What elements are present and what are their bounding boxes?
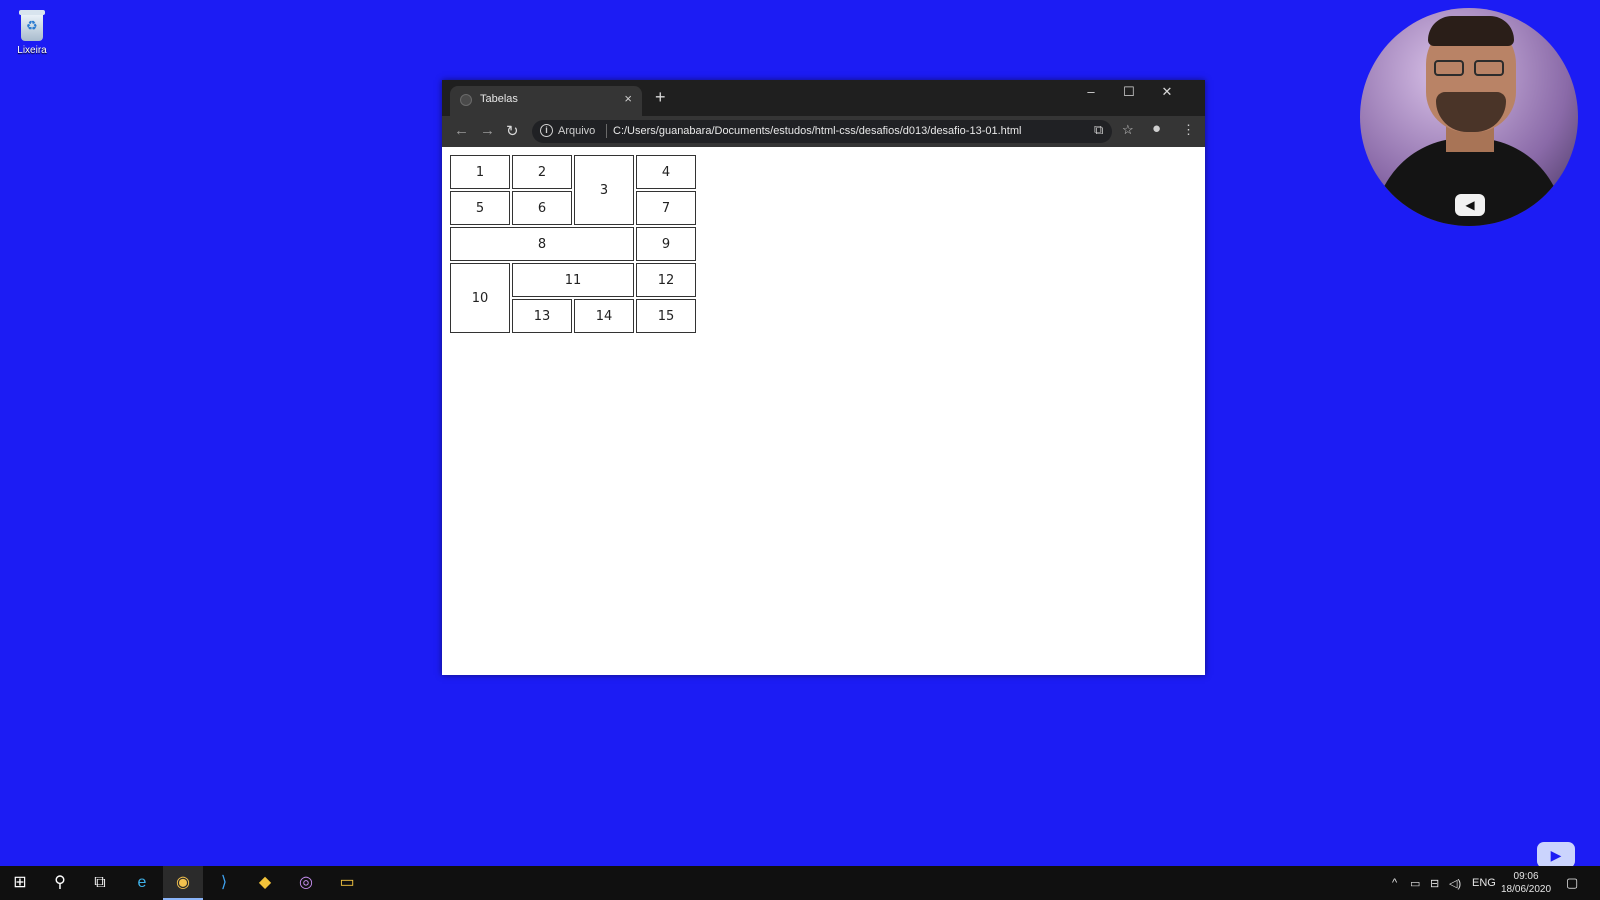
tray-chevron-icon[interactable]: ^ (1392, 877, 1397, 889)
channel-logo-icon: ◀ (1455, 194, 1485, 216)
task-view-icon[interactable]: ⧉ (80, 866, 120, 900)
volume-icon[interactable]: ◁) (1449, 877, 1461, 890)
chrome-icon[interactable]: ◉ (163, 866, 203, 900)
address-bar[interactable]: i Arquivo C:/Users/guanabara/Documents/e… (532, 120, 1112, 143)
youtube-play-icon[interactable]: ▶ (1537, 842, 1575, 868)
clock-date: 18/06/2020 (1501, 884, 1552, 895)
menu-kebab-icon[interactable]: ⋮ (1182, 122, 1195, 138)
minimize-button[interactable]: – (1072, 84, 1110, 99)
table-cell: 1 (450, 155, 510, 189)
globe-icon (460, 94, 472, 106)
table-cell: 5 (450, 191, 510, 225)
forward-button[interactable]: → (480, 122, 495, 139)
demo-table: 1 2 3 4 5 6 7 8 9 10 11 12 13 14 15 (448, 153, 698, 335)
search-icon[interactable]: ⚲ (40, 866, 80, 900)
taskbar: ⊞ ⚲ ⧉ e ◉ ⟩ ◆ ◎ ▭ ^ ▭ ⊟ ◁) ENG 09:06 18/… (0, 866, 1600, 900)
table-cell: 6 (512, 191, 572, 225)
file-explorer-icon[interactable]: ▭ (327, 866, 367, 900)
table-cell: 12 (636, 263, 696, 297)
table-cell: 14 (574, 299, 634, 333)
table-cell: 2 (512, 155, 572, 189)
battery-icon[interactable]: ▭ (1410, 877, 1420, 890)
table-cell: 13 (512, 299, 572, 333)
info-icon[interactable]: i (540, 124, 553, 137)
address-url[interactable]: C:/Users/guanabara/Documents/estudos/htm… (613, 125, 1021, 137)
webcam-overlay: ◀ (1360, 8, 1578, 226)
table-cell: 9 (636, 227, 696, 261)
close-window-button[interactable]: ✕ (1148, 84, 1186, 100)
notifications-icon[interactable]: ▢ (1566, 875, 1578, 891)
edge-icon[interactable]: e (122, 866, 162, 900)
maximize-button[interactable]: ☐ (1110, 84, 1148, 100)
browser-titlebar: Tabelas × + – ☐ ✕ (442, 80, 1205, 116)
obs-icon[interactable]: ◎ (286, 866, 326, 900)
table-cell: 15 (636, 299, 696, 333)
browser-toolbar: ← → ↻ i Arquivo C:/Users/guanabara/Docum… (442, 116, 1205, 147)
table-cell: 11 (512, 263, 634, 297)
vscode-icon[interactable]: ⟩ (204, 866, 244, 900)
recycle-bin-icon (17, 8, 47, 42)
bookmark-star-icon[interactable]: ☆ (1122, 122, 1134, 138)
address-divider (606, 124, 607, 138)
table-cell: 7 (636, 191, 696, 225)
translate-icon[interactable]: ⧉ (1094, 122, 1103, 138)
tab-close-button[interactable]: × (624, 91, 632, 106)
table-cell: 4 (636, 155, 696, 189)
reload-button[interactable]: ↻ (506, 122, 519, 140)
language-indicator[interactable]: ENG (1472, 877, 1496, 889)
app-diamond-icon[interactable]: ◆ (245, 866, 285, 900)
mouse-pointer-icon (689, 204, 695, 218)
page-viewport: 1 2 3 4 5 6 7 8 9 10 11 12 13 14 15 (442, 147, 1205, 675)
profile-icon[interactable]: ● (1152, 120, 1161, 137)
table-cell: 3 (574, 155, 634, 225)
browser-window: Tabelas × + – ☐ ✕ ← → ↻ i Arquivo C:/Use… (442, 80, 1205, 675)
address-scheme-label: Arquivo (558, 125, 596, 137)
clock-time: 09:06 (1513, 871, 1539, 882)
table-cell: 8 (450, 227, 634, 261)
network-icon[interactable]: ⊟ (1430, 877, 1439, 890)
tab-title: Tabelas (480, 93, 518, 105)
recycle-bin-shortcut[interactable]: Lixeira (10, 8, 54, 56)
recycle-bin-label: Lixeira (17, 45, 47, 56)
taskbar-clock[interactable]: 09:06 18/06/2020 (1501, 870, 1551, 896)
new-tab-button[interactable]: + (655, 88, 666, 106)
windows-start-icon[interactable]: ⊞ (0, 866, 40, 900)
table-cell: 10 (450, 263, 510, 333)
back-button[interactable]: ← (454, 122, 469, 139)
browser-tab[interactable]: Tabelas × (450, 86, 642, 116)
